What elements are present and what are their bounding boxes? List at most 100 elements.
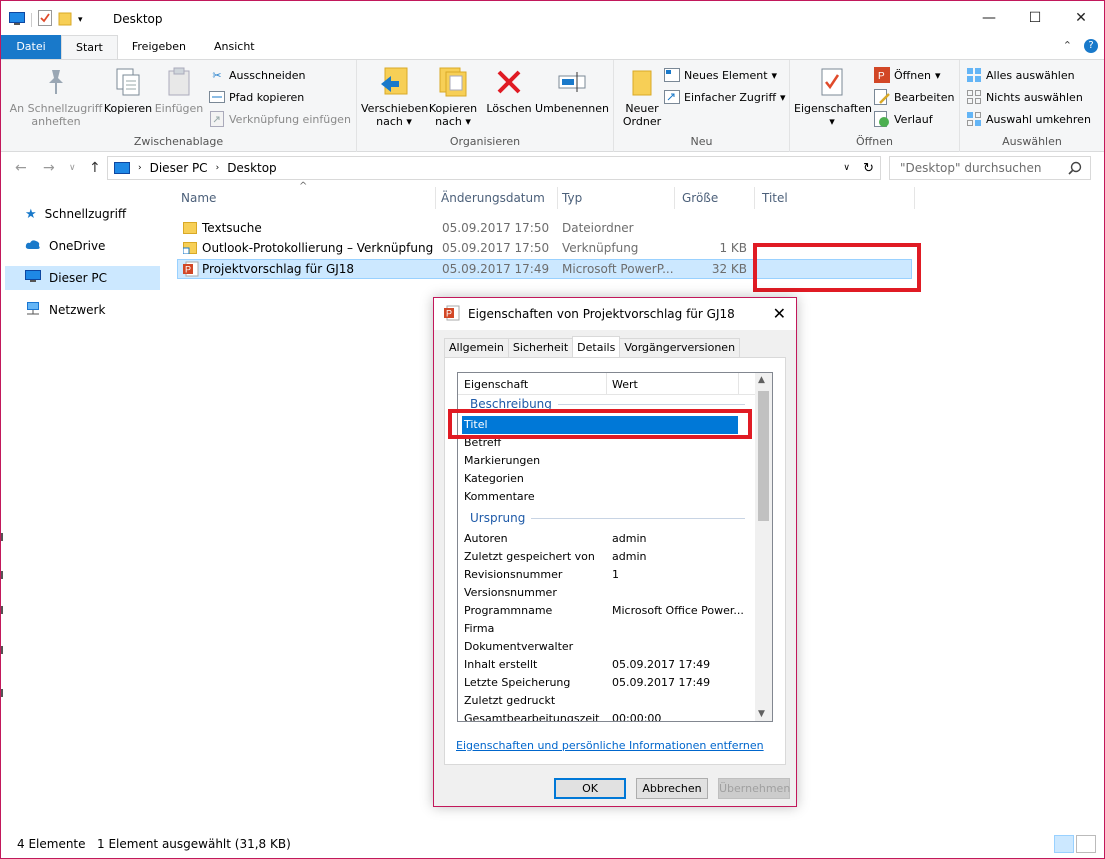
delete-button[interactable]: Löschen [485, 66, 533, 115]
tab-vorgaengerversionen[interactable]: Vorgängerversionen [619, 338, 741, 358]
copy-folder-icon [437, 66, 469, 98]
shortcut-icon [209, 111, 225, 127]
clipboard-icon [163, 66, 195, 98]
chevron-down-icon[interactable]: ∨ [843, 163, 850, 173]
apply-button[interactable]: Übernehmen [718, 778, 790, 799]
move-folder-icon [378, 66, 410, 98]
chevron-down-icon: ▾ [780, 90, 786, 104]
cancel-button[interactable]: Abbrechen [636, 778, 708, 799]
large-icons-view-button[interactable] [1076, 835, 1096, 853]
chevron-down-icon[interactable]: ∨ [69, 163, 76, 173]
nav-item-network[interactable]: Netzwerk [5, 298, 160, 322]
up-arrow-icon[interactable]: ↑ [89, 160, 101, 176]
help-icon[interactable]: ? [1084, 39, 1098, 53]
property-row[interactable]: Dokumentverwalter [458, 638, 756, 656]
highlight-box-title-cell [753, 243, 921, 292]
ok-button[interactable]: OK [554, 778, 626, 799]
select-all-button[interactable]: Alles auswählen [966, 67, 1075, 83]
tab-datei[interactable]: Datei [1, 35, 61, 59]
edit-button[interactable]: Bearbeiten [874, 89, 954, 105]
property-row[interactable]: Zuletzt gedruckt [458, 692, 756, 710]
maximize-button[interactable]: ☐ [1012, 1, 1058, 35]
select-none-button[interactable]: Nichts auswählen [966, 89, 1083, 105]
section-origin: Ursprung [470, 511, 745, 525]
window-title: Desktop [113, 12, 163, 26]
tab-sicherheit[interactable]: Sicherheit [507, 338, 574, 358]
property-row[interactable]: Inhalt erstellt 05.09.2017 17:49 [458, 656, 756, 674]
status-bar: 4 Elemente 1 Element ausgewählt (31,8 KB… [1, 833, 1104, 857]
details-view-button[interactable] [1054, 835, 1074, 853]
nav-item-this-pc[interactable]: Dieser PC [5, 266, 160, 290]
tab-ansicht[interactable]: Ansicht [200, 35, 269, 59]
property-row[interactable]: Kategorien [458, 470, 756, 488]
properties-button[interactable]: Eigenschaften ▾ [794, 66, 872, 128]
column-header-title[interactable]: Titel [758, 183, 914, 213]
property-list-scrollbar[interactable]: ▲ ▼ [755, 373, 772, 721]
dialog-title: Eigenschaften von Projektvorschlag für G… [468, 307, 735, 321]
nav-item-onedrive[interactable]: OneDrive [5, 234, 160, 258]
chevron-up-icon[interactable]: ⌃ [1063, 39, 1072, 53]
column-header-name[interactable]: Name [177, 183, 435, 213]
history-icon [874, 111, 890, 127]
new-item-icon [664, 67, 680, 83]
remove-properties-link[interactable]: Eigenschaften und persönliche Informatio… [456, 739, 764, 752]
scrollbar-thumb[interactable] [758, 391, 769, 521]
property-row[interactable]: Programmname Microsoft Office Power... [458, 602, 756, 620]
tab-start[interactable]: Start [61, 35, 118, 59]
column-header-value[interactable]: Wert [612, 378, 638, 391]
chevron-down-icon[interactable]: ▼ [758, 709, 765, 719]
new-folder-button[interactable]: Neuer Ordner [618, 66, 666, 128]
copy-button[interactable]: Kopieren [103, 66, 153, 115]
search-input[interactable]: "Desktop" durchsuchen [889, 156, 1091, 180]
file-row[interactable]: Textsuche 05.09.2017 17:50 Dateiordner [177, 218, 912, 238]
minimize-button[interactable]: — [966, 1, 1012, 35]
nav-item-quick-access[interactable]: ★ Schnellzugriff [5, 202, 160, 226]
rename-button[interactable]: Umbenennen [535, 66, 609, 115]
open-button[interactable]: P Öffnen ▾ [874, 67, 940, 83]
paste-button[interactable]: Einfügen [153, 66, 205, 115]
move-to-button[interactable]: Verschieben nach ▾ [361, 66, 428, 128]
breadcrumb-desktop[interactable]: Desktop [227, 161, 277, 175]
back-arrow-icon[interactable]: ← [15, 160, 27, 176]
history-button[interactable]: Verlauf [874, 111, 933, 127]
chevron-up-icon[interactable]: ▲ [758, 375, 765, 385]
property-row[interactable]: Gesamtbearbeitungszeit 00:00:00 [458, 710, 756, 721]
new-item-button[interactable]: Neues Element ▾ [664, 67, 777, 83]
address-bar[interactable]: › Dieser PC › Desktop ∨ ↻ [107, 156, 881, 180]
copy-to-button[interactable]: Kopieren nach ▾ [427, 66, 479, 128]
powerpoint-icon: P [444, 305, 460, 324]
group-label-open: Öffnen [856, 135, 893, 148]
close-button[interactable]: ✕ [1058, 1, 1104, 35]
close-icon[interactable]: ✕ [773, 304, 786, 323]
refresh-icon[interactable]: ↻ [863, 161, 874, 176]
column-header-size[interactable]: Größe [678, 183, 752, 213]
property-row[interactable]: Versionsnummer [458, 584, 756, 602]
properties-check-icon[interactable] [38, 10, 52, 29]
copy-path-button[interactable]: Pfad kopieren [209, 89, 304, 105]
property-row[interactable]: Kommentare [458, 488, 756, 506]
column-header-date[interactable]: Änderungsdatum [437, 183, 557, 213]
breadcrumb-this-pc[interactable]: Dieser PC [150, 161, 208, 175]
tab-freigeben[interactable]: Freigeben [118, 35, 200, 59]
column-header-type[interactable]: Typ [558, 183, 674, 213]
easy-access-button[interactable]: Einfacher Zugriff ▾ [664, 89, 786, 105]
property-row[interactable]: Firma [458, 620, 756, 638]
cut-button[interactable]: ✂ Ausschneiden [209, 67, 305, 83]
chevron-down-icon[interactable]: ▾ [78, 15, 83, 25]
property-row[interactable]: Markierungen [458, 452, 756, 470]
scissors-icon: ✂ [212, 68, 222, 82]
paste-shortcut-button[interactable]: Verknüpfung einfügen [209, 111, 351, 127]
forward-arrow-icon[interactable]: → [43, 160, 55, 176]
property-row[interactable]: Autoren admin [458, 530, 756, 548]
new-folder-icon[interactable] [58, 10, 72, 29]
quick-access-toolbar: ▾ [9, 10, 83, 29]
group-label-clipboard: Zwischenablage [133, 135, 224, 148]
tab-details[interactable]: Details [572, 336, 621, 358]
column-header-property[interactable]: Eigenschaft [464, 378, 528, 391]
invert-selection-button[interactable]: Auswahl umkehren [966, 111, 1091, 127]
property-row[interactable]: Letzte Speicherung 05.09.2017 17:49 [458, 674, 756, 692]
pin-quick-access-button[interactable]: An Schnellzugriff anheften [9, 66, 103, 128]
property-row[interactable]: Revisionsnummer 1 [458, 566, 756, 584]
property-row[interactable]: Zuletzt gespeichert von admin [458, 548, 756, 566]
tab-allgemein[interactable]: Allgemein [444, 338, 509, 358]
